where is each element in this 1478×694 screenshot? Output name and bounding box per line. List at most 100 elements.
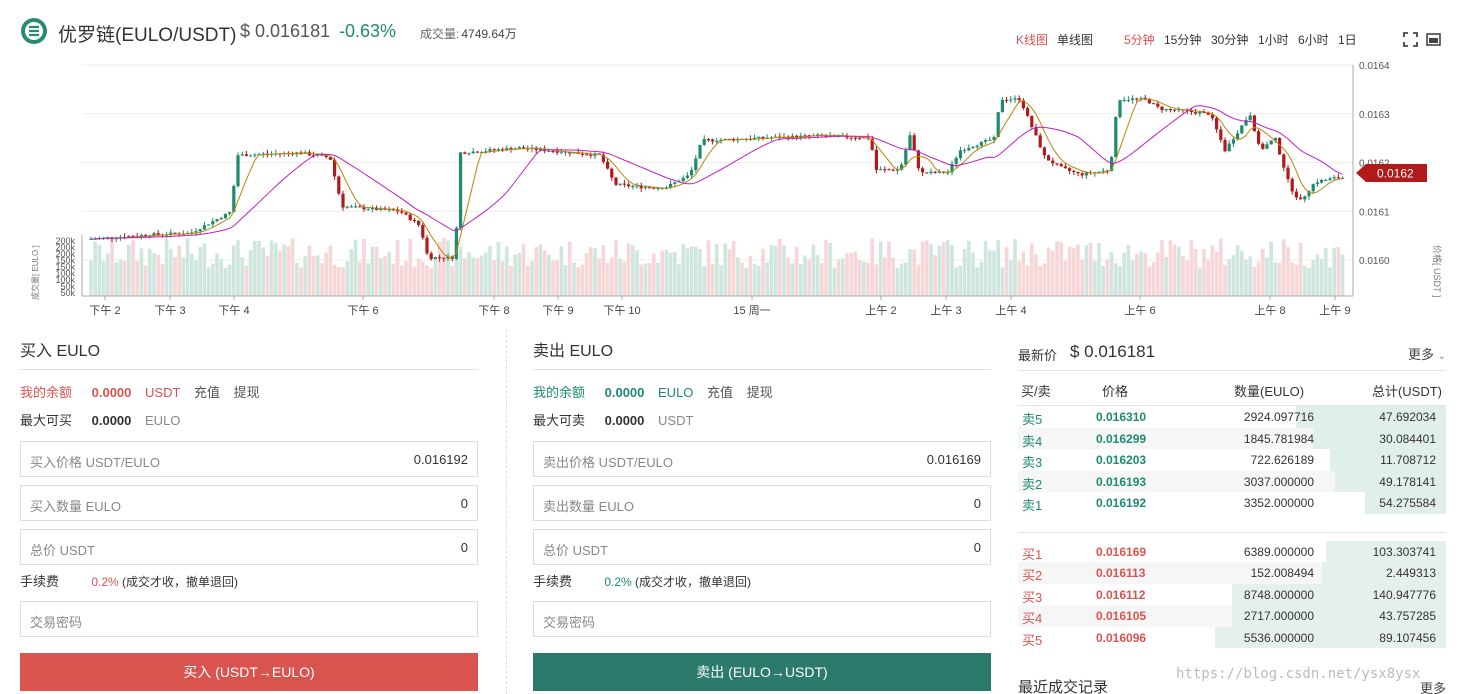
ask-row-2[interactable]: 卖4 0.016299 1845.781984 30.084401 [1018, 427, 1446, 449]
buy-withdraw-link[interactable]: 提现 [234, 385, 260, 400]
time-tick: 上午 9 [1319, 304, 1350, 317]
volume-bar [731, 240, 736, 296]
volume-bar [530, 261, 534, 296]
volume-bar [1004, 247, 1009, 296]
bid-row-3[interactable]: 买3 0.016112 8748.000000 140.947776 [1018, 583, 1446, 605]
ask-row-3[interactable]: 卖3 0.016203 722.626189 11.708712 [1018, 449, 1446, 471]
buy-deposit-link[interactable]: 充值 [194, 385, 220, 400]
candle-body [1114, 117, 1118, 158]
sell-fee-row: 手续费 0.2% (成交才收，撤单退回) [533, 565, 991, 601]
buy-total-input[interactable]: 总价 USDT 0 [20, 529, 478, 565]
volume-bar [110, 238, 114, 296]
volume-bar [1261, 248, 1265, 296]
volume-bar [345, 261, 349, 296]
sell-balance-label: 我的余额 [533, 385, 586, 400]
candle-body [1311, 184, 1315, 192]
candle-body [1215, 118, 1219, 130]
sell-amount-input[interactable]: 卖出数量 EULO 0 [533, 485, 991, 521]
buy-price-input[interactable]: 买入价格 USDT/EULO 0.016192 [20, 441, 478, 477]
volume-bar [1126, 245, 1131, 296]
ask-row-5[interactable]: 卖1 0.016192 3352.000000 54.275584 [1018, 492, 1446, 514]
interval-6h[interactable]: 6小时 [1298, 31, 1329, 48]
tab-kline[interactable]: K线图 [1016, 31, 1048, 48]
volume-bar [1130, 260, 1135, 296]
volume-bar [328, 245, 333, 296]
interval-30m[interactable]: 30分钟 [1211, 31, 1248, 48]
order-price: 0.016113 [1096, 566, 1146, 580]
candle-body [459, 152, 463, 228]
order-amount: 1845.781984 [1243, 431, 1314, 446]
sell-price-placeholder: 卖出价格 USDT/EULO [543, 455, 674, 470]
volume-bar [1046, 247, 1051, 296]
candle-body [1055, 163, 1059, 165]
volume-bar [971, 252, 975, 296]
order-total: 54.275584 [1379, 496, 1436, 510]
volume-bar [946, 239, 950, 296]
candle-body [631, 185, 635, 187]
volume-bar [101, 260, 106, 296]
bid-row-4[interactable]: 买4 0.016105 2717.000000 43.757285 [1018, 605, 1446, 627]
sell-total-input[interactable]: 总价 USDT 0 [533, 529, 991, 565]
interval-5m[interactable]: 5分钟 [1124, 31, 1155, 48]
volume-bar [1067, 246, 1072, 296]
volume-bar [169, 248, 173, 296]
bid-row-2[interactable]: 买2 0.016113 152.008494 2.449313 [1018, 562, 1446, 584]
volume-bar [979, 261, 984, 296]
interval-1h[interactable]: 1小时 [1258, 31, 1289, 48]
candle-body [337, 176, 341, 194]
volume-bar [1210, 245, 1215, 296]
volume-bar [181, 257, 186, 296]
screenshot-icon[interactable] [1426, 32, 1441, 47]
recent-trades-more[interactable]: 更多 [1420, 678, 1446, 694]
interval-15m[interactable]: 15分钟 [1164, 31, 1201, 48]
sell-withdraw-link[interactable]: 提现 [747, 385, 773, 400]
volume-bar [299, 267, 303, 296]
volume-bar [1135, 253, 1139, 296]
volume-bar [664, 249, 669, 296]
order-book-more[interactable]: 更多 ⌄ [1408, 344, 1446, 363]
sell-price-input[interactable]: 卖出价格 USDT/EULO 0.016169 [533, 441, 991, 477]
candle-body [1038, 135, 1042, 148]
ma-fast-line [90, 98, 1343, 259]
col-amount: 数量(EULO) [1234, 384, 1305, 399]
order-side: 卖2 [1022, 476, 1043, 492]
candle-body [1265, 144, 1269, 149]
candle-body [589, 154, 593, 156]
volume-bar [1055, 241, 1059, 296]
volume-bar [383, 256, 387, 296]
buy-fee-row: 手续费 0.2% (成交才收，撤单退回) [20, 565, 478, 601]
candle-body [963, 150, 967, 152]
volume-bar [874, 264, 879, 296]
volume-bar [967, 240, 971, 296]
volume-bar [1101, 265, 1105, 296]
sell-button[interactable]: 卖出 (EULO→USDT) [533, 653, 991, 691]
interval-1d[interactable]: 1日 [1338, 31, 1357, 48]
candle-body [925, 172, 929, 174]
volume-bar [358, 261, 362, 296]
volume-bar [1206, 259, 1210, 296]
candle-body [1152, 103, 1156, 105]
candle-body [425, 237, 429, 254]
volume-bar [841, 258, 845, 296]
volume-bar [895, 267, 900, 296]
volume-bar [1307, 267, 1311, 296]
buy-password-input[interactable]: 交易密码 [20, 601, 478, 637]
sell-password-input[interactable]: 交易密码 [533, 601, 991, 637]
tab-line[interactable]: 单线图 [1057, 31, 1093, 48]
fullscreen-icon[interactable] [1403, 32, 1418, 47]
buy-button[interactable]: 买入 (USDT→EULO) [20, 653, 478, 691]
sell-deposit-link[interactable]: 充值 [707, 385, 733, 400]
volume-bar [1030, 243, 1034, 296]
volume-bar [643, 263, 648, 296]
bid-row-5[interactable]: 买5 0.016096 5536.000000 89.107456 [1018, 626, 1446, 648]
buy-amount-input[interactable]: 买入数量 EULO 0 [20, 485, 478, 521]
kline-chart[interactable]: 0.0164 0.0163 0.0162 0.0161 0.0160 价格[ USDT ]… [0, 55, 1478, 325]
volume-bar [920, 241, 925, 296]
ask-row-4[interactable]: 卖2 0.016193 3037.000000 49.178141 [1018, 470, 1446, 492]
bid-row-1[interactable]: 买1 0.016169 6389.000000 103.303741 [1018, 540, 1446, 562]
volume-bar [610, 257, 614, 296]
volume-bar [622, 261, 627, 296]
ask-row-1[interactable]: 卖5 0.016310 2924.097716 47.692034 [1018, 406, 1446, 428]
candle-body [467, 153, 471, 155]
candle-body [223, 213, 227, 219]
